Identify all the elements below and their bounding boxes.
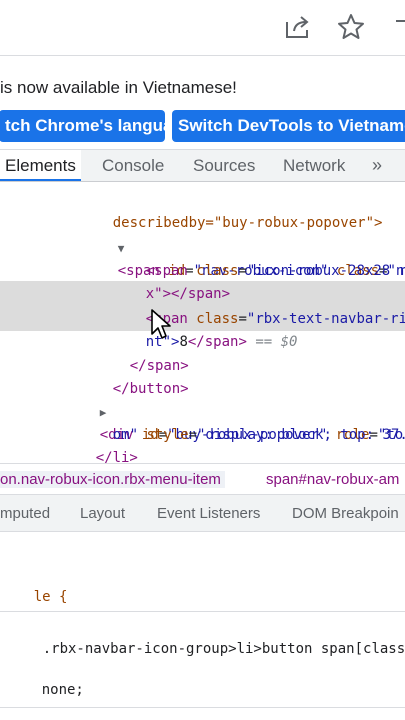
switch-devtools-language-button[interactable]: Switch DevTools to Vietnamese [172,110,405,142]
breadcrumb-item[interactable]: span#nav-robux-am [266,471,399,488]
dom-line[interactable]: </li> [62,424,138,463]
breadcrumb-item[interactable]: on.nav-robux-icon.rbx-menu-item [0,471,225,488]
styles-tab-bar: mputed Layout Event Listeners DOM Breakp… [0,495,405,532]
dom-line[interactable]: </span> [96,332,189,374]
dom-tree[interactable]: describedby="buy-robux-popover"> ▼ <span… [0,183,405,463]
breadcrumb: on.nav-robux-icon.rbx-menu-item span#nav… [0,463,405,495]
console-reference: == $0 [246,334,298,350]
dom-line[interactable]: om" style="display: block; top: 37.9 [79,401,405,443]
selector-text: .rbx-navbar-icon-group>li>button span[cl… [42,641,405,657]
dom-line[interactable]: </button> [79,355,189,397]
tag-text: </span> [187,334,247,350]
mouse-cursor-icon [151,309,171,339]
dom-line[interactable]: describedby="buy-robux-popover"> [79,189,383,231]
dom-line[interactable]: ▶ <div id="buy-robux-popover" role="to [66,378,404,443]
star-icon[interactable] [336,12,366,42]
tab-layout[interactable]: Layout [80,505,125,522]
rule-divider [0,707,405,708]
attribute-value: "display: block; top: 37.9 [197,427,405,443]
tab-computed[interactable]: mputed [0,505,50,522]
tag-text: </li> [95,450,138,463]
banner-message: is now available in Vietnamese! [0,78,237,97]
dom-line[interactable]: <span class="icon-robux-28x28 ro [112,237,405,279]
dom-line[interactable]: ▼ <span id="nav-robux-icon" class="n [84,214,405,279]
tab-dom-breakpoints[interactable]: DOM Breakpoin [292,505,399,522]
tab-elements[interactable]: Elements [0,150,81,181]
rule-divider [0,611,405,612]
element-style-label: le { [33,589,68,605]
tab-network[interactable]: Network [283,150,345,181]
tab-sources[interactable]: Sources [193,150,255,181]
dom-line-selected[interactable]: nt">8</span> == $0 [112,308,298,350]
declaration-text: none; [41,682,84,698]
share-icon[interactable] [282,12,312,42]
devtools-tab-bar: Elements Console Sources Network » [0,150,405,182]
dom-line-selected[interactable]: <span class="rbx-text-navbar-rig [112,285,405,327]
tab-event-listeners[interactable]: Event Listeners [157,505,260,522]
menu-edge [396,20,405,22]
switch-chrome-language-button[interactable]: tch Chrome's language [0,110,165,142]
more-tabs-icon[interactable]: » [372,150,382,181]
style-rule-selector[interactable]: le { [0,573,68,621]
attribute-value: "icon-robux-28x28 ro [246,263,405,279]
attribute-name: style [138,427,189,443]
dom-line[interactable]: x"></span> [112,260,230,302]
styles-pane: le { .rbx-navbar-icon-group>li>button sp… [0,533,405,720]
browser-toolbar [0,0,405,55]
tab-console[interactable]: Console [102,150,164,181]
